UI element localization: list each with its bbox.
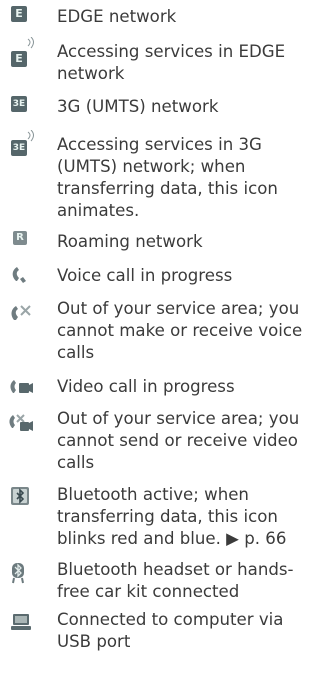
item-text: Accessing services in 3G (UMTS) network;…	[57, 135, 278, 220]
no-video-service-icon	[8, 406, 34, 432]
bluetooth-headset-icon	[8, 557, 34, 584]
item-text: 3G (UMTS) network	[57, 97, 219, 116]
usb-connected-icon	[8, 607, 34, 633]
item-text: Voice call in progress	[57, 266, 233, 285]
voice-call-icon	[8, 259, 34, 285]
video-call-icon	[8, 370, 34, 396]
edge-services-icon: E	[8, 37, 34, 67]
3g-network-icon: 3E	[8, 90, 34, 116]
item-text: Accessing services in EDGE network	[57, 42, 286, 83]
item-text: Bluetooth active; when transferring data…	[57, 485, 287, 548]
bluetooth-active-icon	[8, 482, 34, 508]
item-text: Connected to computer via USB port	[57, 610, 284, 651]
item-text: EDGE network	[57, 7, 177, 26]
item-text: Out of your service area; you cannot mak…	[57, 299, 303, 362]
item-text: Roaming network	[57, 232, 203, 251]
roaming-icon: R	[8, 225, 34, 251]
item-text: Bluetooth headset or hands- free car kit…	[57, 560, 294, 601]
3g-services-icon: 3E	[8, 130, 34, 158]
item-text: Out of your service area; you cannot sen…	[57, 409, 300, 472]
edge-network-icon: E	[8, 0, 34, 26]
no-voice-service-icon	[8, 296, 34, 322]
item-text: Video call in progress	[57, 377, 235, 396]
